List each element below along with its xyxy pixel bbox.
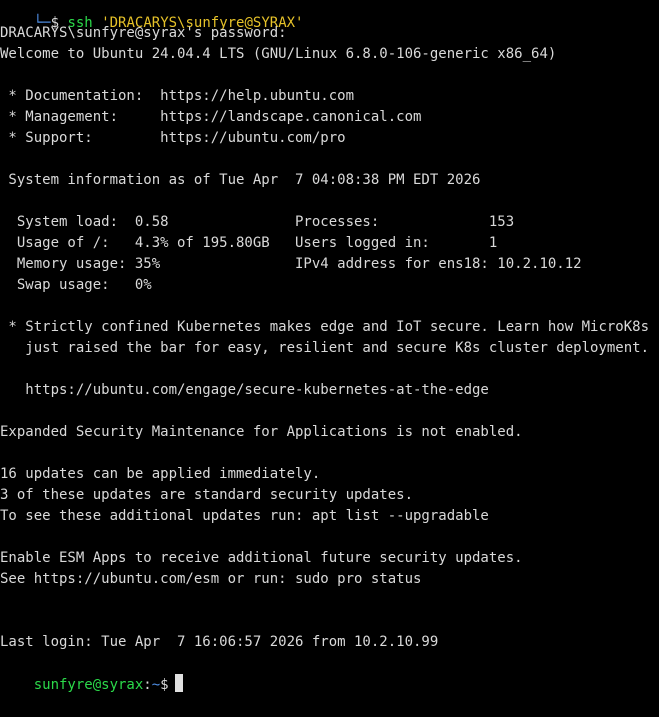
terminal-window[interactable]: └─$ ssh 'DRACARYS\sunfyre@SYRAX' DRACARY… bbox=[0, 0, 659, 709]
output-line: Enable ESM Apps to receive additional fu… bbox=[0, 550, 523, 566]
output-line: 16 updates can be applied immediately. bbox=[0, 466, 321, 482]
output-line: Memory usage: 35% IPv4 address for ens18… bbox=[0, 256, 582, 272]
output-line: DRACARYS\sunfyre@syrax's password: bbox=[0, 25, 287, 41]
output-line: Last login: Tue Apr 7 16:06:57 2026 from… bbox=[0, 634, 439, 650]
prompt-dollar-sign: $ bbox=[160, 677, 169, 693]
shell-prompt[interactable]: sunfyre@syrax:~$ bbox=[0, 653, 183, 693]
output-line: 3 of these updates are standard security… bbox=[0, 487, 414, 503]
output-line: * Management: https://landscape.canonica… bbox=[0, 109, 422, 125]
output-line: * Strictly confined Kubernetes makes edg… bbox=[0, 319, 650, 335]
output-line: To see these additional updates run: apt… bbox=[0, 508, 489, 524]
prompt-separator: : bbox=[143, 677, 152, 693]
previous-command-line: └─$ ssh 'DRACARYS\sunfyre@SYRAX' bbox=[0, 0, 304, 31]
output-line: See https://ubuntu.com/esm or run: sudo … bbox=[0, 571, 422, 587]
output-line: * Documentation: https://help.ubuntu.com bbox=[0, 88, 355, 104]
prompt-path: ~ bbox=[151, 677, 161, 693]
output-line: Usage of /: 4.3% of 195.80GB Users logge… bbox=[0, 235, 498, 251]
output-line: just raised the bar for easy, resilient … bbox=[0, 340, 650, 356]
output-line: System information as of Tue Apr 7 04:08… bbox=[0, 172, 481, 188]
output-line: System load: 0.58 Processes: 153 bbox=[0, 214, 515, 230]
output-line: Expanded Security Maintenance for Applic… bbox=[0, 424, 523, 440]
text-cursor[interactable] bbox=[174, 674, 183, 692]
output-line: Swap usage: 0% bbox=[0, 277, 152, 293]
output-line: Welcome to Ubuntu 24.04.4 LTS (GNU/Linux… bbox=[0, 46, 557, 62]
output-line: https://ubuntu.com/engage/secure-kuberne… bbox=[0, 382, 489, 398]
prompt-user-host: sunfyre@syrax bbox=[33, 677, 144, 693]
output-line: * Support: https://ubuntu.com/pro bbox=[0, 130, 346, 146]
